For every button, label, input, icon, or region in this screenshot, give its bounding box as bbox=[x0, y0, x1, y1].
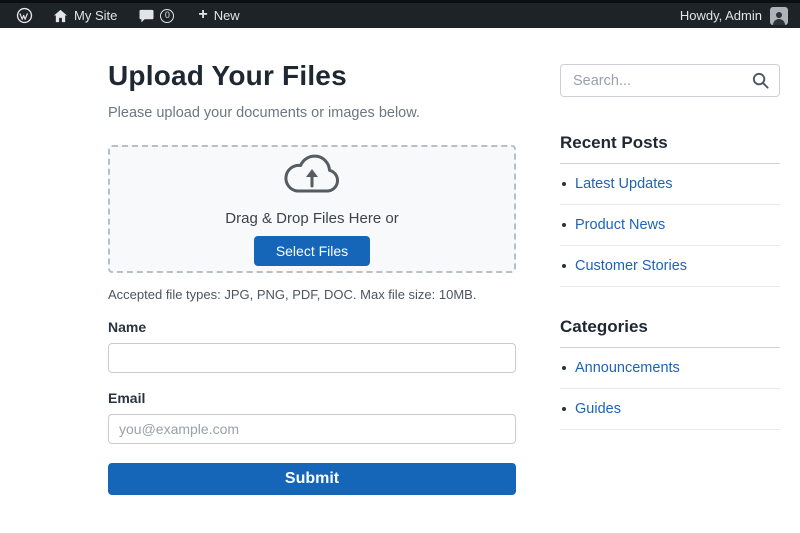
select-files-button[interactable]: Select Files bbox=[253, 236, 371, 266]
bullet-icon bbox=[562, 366, 566, 370]
submit-button[interactable]: Submit bbox=[108, 463, 516, 495]
admin-bar-site-link[interactable]: My Site bbox=[47, 3, 123, 28]
recent-posts-list: Latest Updates Product News Customer Sto… bbox=[560, 164, 780, 287]
comment-count-badge: 0 bbox=[160, 8, 175, 23]
email-label: Email bbox=[108, 390, 146, 406]
user-avatar[interactable] bbox=[770, 6, 788, 25]
email-field[interactable] bbox=[108, 414, 516, 444]
bullet-icon bbox=[562, 407, 566, 411]
search-box bbox=[560, 64, 780, 97]
page-content: Upload Your Files Please upload your doc… bbox=[0, 28, 800, 495]
wordpress-menu-button[interactable] bbox=[10, 3, 39, 28]
admin-bar-new-button[interactable]: + New bbox=[192, 3, 245, 28]
admin-bar-new-label: New bbox=[213, 8, 240, 23]
admin-bar-site-label: My Site bbox=[74, 8, 118, 23]
list-item: Product News bbox=[560, 205, 780, 246]
file-dropzone[interactable]: Drag & Drop Files Here or Select Files bbox=[108, 145, 516, 273]
recent-post-link[interactable]: Product News bbox=[575, 217, 665, 233]
comment-icon bbox=[139, 9, 154, 23]
name-label: Name bbox=[108, 319, 147, 335]
recent-post-link[interactable]: Customer Stories bbox=[575, 258, 687, 274]
wordpress-logo-icon bbox=[16, 7, 33, 24]
list-item: Customer Stories bbox=[560, 246, 780, 287]
list-item: Announcements bbox=[560, 348, 780, 389]
search-icon[interactable] bbox=[751, 71, 770, 95]
sidebar: Recent Posts Latest Updates Product News… bbox=[560, 60, 780, 495]
bullet-icon bbox=[562, 182, 566, 186]
dropzone-text: Drag & Drop Files Here or bbox=[225, 210, 399, 227]
file-requirements-note: Accepted file types: JPG, PNG, PDF, DOC.… bbox=[108, 287, 477, 302]
howdy-text: Howdy, Admin bbox=[679, 8, 762, 23]
page-title: Upload Your Files bbox=[108, 60, 347, 91]
admin-bar-comments-button[interactable]: 0 bbox=[133, 3, 180, 28]
categories-title: Categories bbox=[560, 317, 780, 348]
list-item: Guides bbox=[560, 389, 780, 430]
recent-posts-title: Recent Posts bbox=[560, 133, 780, 164]
main-column: Upload Your Files Please upload your doc… bbox=[108, 60, 516, 495]
list-item: Latest Updates bbox=[560, 164, 780, 205]
plus-icon: + bbox=[198, 5, 208, 23]
categories-list: Announcements Guides bbox=[560, 348, 780, 430]
page-subtitle: Please upload your documents or images b… bbox=[108, 105, 420, 121]
category-link[interactable]: Announcements bbox=[575, 360, 680, 376]
home-icon bbox=[53, 9, 68, 23]
bullet-icon bbox=[562, 223, 566, 227]
category-link[interactable]: Guides bbox=[575, 401, 621, 417]
recent-post-link[interactable]: Latest Updates bbox=[575, 176, 673, 192]
admin-bar: My Site 0 + New Howdy, Admin bbox=[0, 3, 800, 28]
name-field[interactable] bbox=[108, 343, 516, 373]
search-input[interactable] bbox=[560, 64, 780, 97]
bullet-icon bbox=[562, 264, 566, 268]
cloud-upload-icon bbox=[282, 152, 342, 201]
